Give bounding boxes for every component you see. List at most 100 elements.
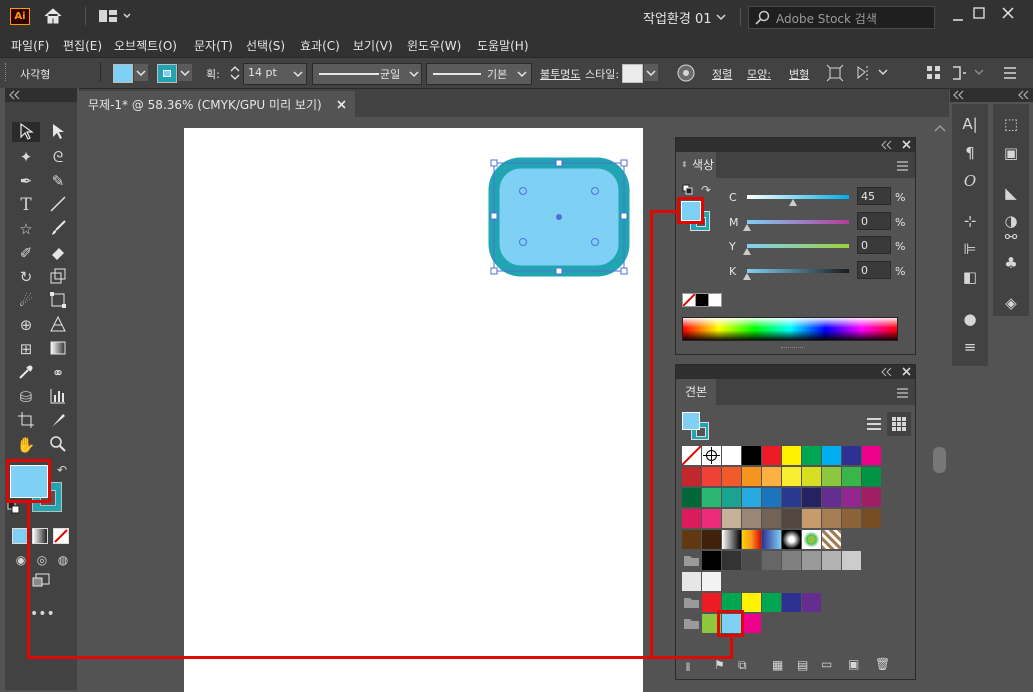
panel-menu-icon[interactable]: [896, 160, 910, 172]
paragraph-icon[interactable]: ¶: [959, 142, 981, 164]
swatch-color[interactable]: [842, 488, 861, 507]
swatches-fill-preview[interactable]: [682, 412, 700, 430]
shape-link[interactable]: 모양:: [747, 66, 771, 82]
swatch-color[interactable]: [742, 509, 761, 528]
none-mode-button[interactable]: [53, 528, 69, 544]
swatch-color[interactable]: [842, 446, 861, 465]
right-dock-header[interactable]: [950, 88, 1033, 102]
swatch-gradient[interactable]: [782, 530, 801, 549]
star-icon[interactable]: ☆: [15, 219, 37, 239]
maximize-icon[interactable]: [972, 6, 986, 20]
close-panel-icon[interactable]: [902, 367, 912, 377]
swatch-color[interactable]: [862, 446, 881, 465]
distribute-icon[interactable]: [950, 64, 986, 82]
swatch-color[interactable]: [722, 488, 741, 507]
swatch-color[interactable]: [822, 467, 841, 486]
isolate-icon[interactable]: [826, 64, 844, 82]
opentype-icon[interactable]: O: [959, 170, 981, 192]
graphic-styles-icon[interactable]: ▣: [1000, 142, 1022, 164]
collapse-panel-icon[interactable]: [881, 367, 893, 377]
delete-swatch-icon[interactable]: 🗑: [875, 657, 890, 671]
swatches-panel-header[interactable]: [676, 365, 915, 379]
menu-type[interactable]: 문자(T): [194, 37, 233, 54]
zoom-icon[interactable]: [47, 435, 69, 455]
swatch-color[interactable]: [762, 509, 781, 528]
swatch-color[interactable]: [722, 467, 741, 486]
collapse-panel-icon[interactable]: [881, 140, 893, 150]
swatch-color[interactable]: [702, 572, 721, 591]
minimize-icon[interactable]: [951, 10, 965, 22]
brush-library-icon[interactable]: ⬚: [1000, 113, 1022, 135]
cyan-slider-thumb[interactable]: [789, 199, 797, 207]
cyan-value-field[interactable]: 45: [857, 187, 891, 205]
color-spectrum[interactable]: [682, 317, 898, 341]
menu-object[interactable]: 오브젝트(O): [114, 37, 177, 54]
black-slider-thumb[interactable]: [743, 273, 751, 281]
type-icon[interactable]: T: [15, 195, 37, 215]
swatch-gradient[interactable]: [742, 530, 761, 549]
swatch-options-icon[interactable]: ⧉: [738, 658, 747, 673]
swatch-color[interactable]: [682, 530, 701, 549]
rotate-icon[interactable]: ↻: [15, 267, 37, 287]
swatch-color[interactable]: [702, 467, 721, 486]
swatch-color[interactable]: [842, 509, 861, 528]
links-icon[interactable]: ⚯: [1000, 226, 1022, 248]
pen-icon[interactable]: ✒: [15, 171, 37, 191]
swatch-color[interactable]: [742, 593, 761, 612]
swatch-color[interactable]: [782, 446, 801, 465]
close-panel-icon[interactable]: [902, 140, 912, 150]
swatch-color[interactable]: [862, 509, 881, 528]
color-group-folder-icon[interactable]: [682, 614, 701, 633]
swatch-libraries-icon[interactable]: 𝍪: [686, 658, 690, 679]
opacity-link[interactable]: 불투명도: [540, 66, 580, 82]
menu-effect[interactable]: 효과(C): [300, 37, 340, 54]
toolbar-header[interactable]: [5, 88, 77, 102]
white-swatch[interactable]: [708, 293, 722, 307]
none-swatch[interactable]: [682, 293, 696, 307]
swatch-color[interactable]: [762, 551, 781, 570]
swatch-pattern[interactable]: [822, 530, 841, 549]
canvas-scrollbar[interactable]: [932, 117, 948, 692]
menu-help[interactable]: 도움말(H): [477, 37, 529, 54]
swatch-pattern[interactable]: [802, 530, 821, 549]
swatch-color[interactable]: [782, 488, 801, 507]
default-colors-icon[interactable]: [682, 184, 694, 196]
screen-mode-icon[interactable]: [30, 572, 52, 592]
character-icon[interactable]: A|: [959, 113, 981, 135]
swatch-color[interactable]: [682, 488, 701, 507]
arrange-grid-icon[interactable]: [925, 64, 943, 82]
swatch-gradient[interactable]: [762, 530, 781, 549]
graphic-style-swatch[interactable]: [622, 64, 643, 83]
arrange-documents-button[interactable]: [99, 9, 133, 23]
selection-tool-icon[interactable]: [15, 122, 37, 142]
magenta-slider-thumb[interactable]: [743, 224, 751, 232]
align-link[interactable]: 정렬: [712, 66, 732, 82]
eraser-icon[interactable]: [47, 243, 69, 263]
stroke-weight-field[interactable]: 14 pt: [243, 63, 307, 85]
line-icon[interactable]: [47, 195, 69, 215]
document-tab[interactable]: 무제-1* @ 58.36% (CMYK/GPU 미리 보기): [79, 91, 355, 117]
swatch-gradient[interactable]: [722, 530, 741, 549]
swatch-color[interactable]: [782, 467, 801, 486]
swatch-color[interactable]: [682, 572, 701, 591]
swatch-color[interactable]: [762, 593, 781, 612]
black-swatch[interactable]: [695, 293, 709, 307]
warp-icon[interactable]: ☄: [15, 291, 37, 311]
swatch-color[interactable]: [822, 509, 841, 528]
close-tab-icon[interactable]: [337, 100, 347, 110]
swatch-color[interactable]: [702, 530, 721, 549]
swatch-color[interactable]: [802, 446, 821, 465]
free-transform-icon[interactable]: [47, 291, 69, 311]
swatch-list-icon[interactable]: ▤: [797, 658, 808, 672]
tab-swatches[interactable]: 견본: [676, 379, 716, 405]
swap-icon[interactable]: ↶: [51, 460, 73, 480]
perspective-icon[interactable]: [47, 315, 69, 335]
swatch-color[interactable]: [682, 467, 701, 486]
swatch-color[interactable]: [822, 446, 841, 465]
cyan-slider[interactable]: [747, 195, 849, 199]
swatch-color[interactable]: [742, 551, 761, 570]
swatch-color[interactable]: [782, 551, 801, 570]
shaper-icon[interactable]: ✐: [15, 243, 37, 263]
tab-color[interactable]: ⬍ 색상: [676, 152, 716, 178]
symbols-icon[interactable]: ♣: [1000, 252, 1022, 274]
